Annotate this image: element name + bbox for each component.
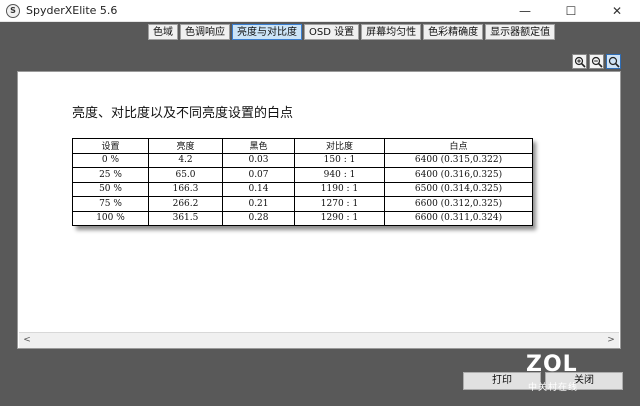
close-window-button[interactable]: ✕ bbox=[594, 0, 640, 22]
minimize-button[interactable]: — bbox=[502, 0, 548, 22]
cell-black: 0.14 bbox=[222, 181, 295, 197]
window-title: SpyderXElite 5.6 bbox=[26, 4, 118, 17]
zoom-out-icon bbox=[591, 56, 603, 68]
zoom-fit-icon bbox=[608, 56, 620, 68]
maximize-button[interactable]: ☐ bbox=[548, 0, 594, 22]
cell-black: 0.21 bbox=[222, 196, 295, 212]
horizontal-scrollbar[interactable]: < > bbox=[19, 332, 619, 348]
table-row: 0 % 4.2 0.03 150 : 1 6400 (0.315,0.322) bbox=[72, 152, 533, 168]
tab-tone-response[interactable]: 色调响应 bbox=[180, 24, 230, 40]
cell-contrast: 150 : 1 bbox=[294, 152, 385, 168]
cell-white-point: 6600 (0.312,0.325) bbox=[384, 196, 533, 212]
cell-contrast: 1190 : 1 bbox=[294, 181, 385, 197]
cell-setting: 0 % bbox=[72, 152, 149, 168]
zoom-toolbar bbox=[570, 54, 621, 69]
table-row: 50 % 166.3 0.14 1190 : 1 6500 (0.314,0.3… bbox=[72, 181, 533, 197]
tab-color-accuracy[interactable]: 色彩精确度 bbox=[423, 24, 484, 40]
report-page: 亮度、对比度以及不同亮度设置的白点 设置 亮度 黑色 对比度 白点 0 % 4.… bbox=[17, 71, 621, 349]
header-black: 黑色 bbox=[222, 138, 295, 154]
cell-black: 0.03 bbox=[222, 152, 295, 168]
cell-contrast: 940 : 1 bbox=[294, 167, 385, 183]
table-row: 100 % 361.5 0.28 1290 : 1 6600 (0.311,0.… bbox=[72, 210, 533, 226]
cell-setting: 75 % bbox=[72, 196, 149, 212]
zoom-in-icon bbox=[574, 56, 586, 68]
cell-setting: 50 % bbox=[72, 181, 149, 197]
cell-black: 0.28 bbox=[222, 210, 295, 226]
brightness-table: 设置 亮度 黑色 对比度 白点 0 % 4.2 0.03 150 : 1 640… bbox=[72, 138, 533, 226]
tab-brightness-contrast[interactable]: 亮度与对比度 bbox=[232, 24, 302, 40]
cell-black: 0.07 bbox=[222, 167, 295, 183]
print-button[interactable]: 打印 bbox=[463, 372, 541, 390]
cell-white-point: 6500 (0.314,0.325) bbox=[384, 181, 533, 197]
table-row: 25 % 65.0 0.07 940 : 1 6400 (0.316,0.325… bbox=[72, 167, 533, 183]
cell-brightness: 166.3 bbox=[148, 181, 223, 197]
report-title: 亮度、对比度以及不同亮度设置的白点 bbox=[72, 106, 294, 121]
tab-osd-settings[interactable]: OSD 设置 bbox=[304, 24, 360, 40]
header-white-point: 白点 bbox=[384, 138, 533, 154]
tab-screen-uniformity[interactable]: 屏幕均匀性 bbox=[361, 24, 422, 40]
app-icon: S bbox=[6, 4, 20, 18]
close-button[interactable]: 关闭 bbox=[545, 372, 623, 390]
cell-contrast: 1270 : 1 bbox=[294, 196, 385, 212]
scroll-left-icon[interactable]: < bbox=[19, 333, 35, 349]
main-content: 色域 色调响应 亮度与对比度 OSD 设置 屏幕均匀性 色彩精确度 显示器额定值 bbox=[0, 22, 640, 406]
cell-white-point: 6400 (0.316,0.325) bbox=[384, 167, 533, 183]
table-row: 75 % 266.2 0.21 1270 : 1 6600 (0.312,0.3… bbox=[72, 196, 533, 212]
cell-brightness: 4.2 bbox=[148, 152, 223, 168]
tab-display-rating[interactable]: 显示器额定值 bbox=[485, 24, 556, 40]
title-bar: S SpyderXElite 5.6 — ☐ ✕ bbox=[0, 0, 640, 22]
cell-brightness: 65.0 bbox=[148, 167, 223, 183]
table-header-row: 设置 亮度 黑色 对比度 白点 bbox=[72, 138, 533, 154]
tab-bar: 色域 色调响应 亮度与对比度 OSD 设置 屏幕均匀性 色彩精确度 显示器额定值 bbox=[148, 24, 557, 40]
cell-setting: 100 % bbox=[72, 210, 149, 226]
header-contrast: 对比度 bbox=[294, 138, 385, 154]
cell-contrast: 1290 : 1 bbox=[294, 210, 385, 226]
scroll-right-icon[interactable]: > bbox=[603, 333, 619, 349]
cell-brightness: 266.2 bbox=[148, 196, 223, 212]
header-brightness: 亮度 bbox=[148, 138, 223, 154]
zoom-fit-button[interactable] bbox=[606, 54, 621, 69]
cell-setting: 25 % bbox=[72, 167, 149, 183]
header-setting: 设置 bbox=[72, 138, 149, 154]
tab-gamut[interactable]: 色域 bbox=[148, 24, 178, 40]
cell-white-point: 6400 (0.315,0.322) bbox=[384, 152, 533, 168]
cell-brightness: 361.5 bbox=[148, 210, 223, 226]
cell-white-point: 6600 (0.311,0.324) bbox=[384, 210, 533, 226]
zoom-out-button[interactable] bbox=[589, 54, 604, 69]
scroll-track[interactable] bbox=[35, 336, 603, 345]
zoom-in-button[interactable] bbox=[572, 54, 587, 69]
